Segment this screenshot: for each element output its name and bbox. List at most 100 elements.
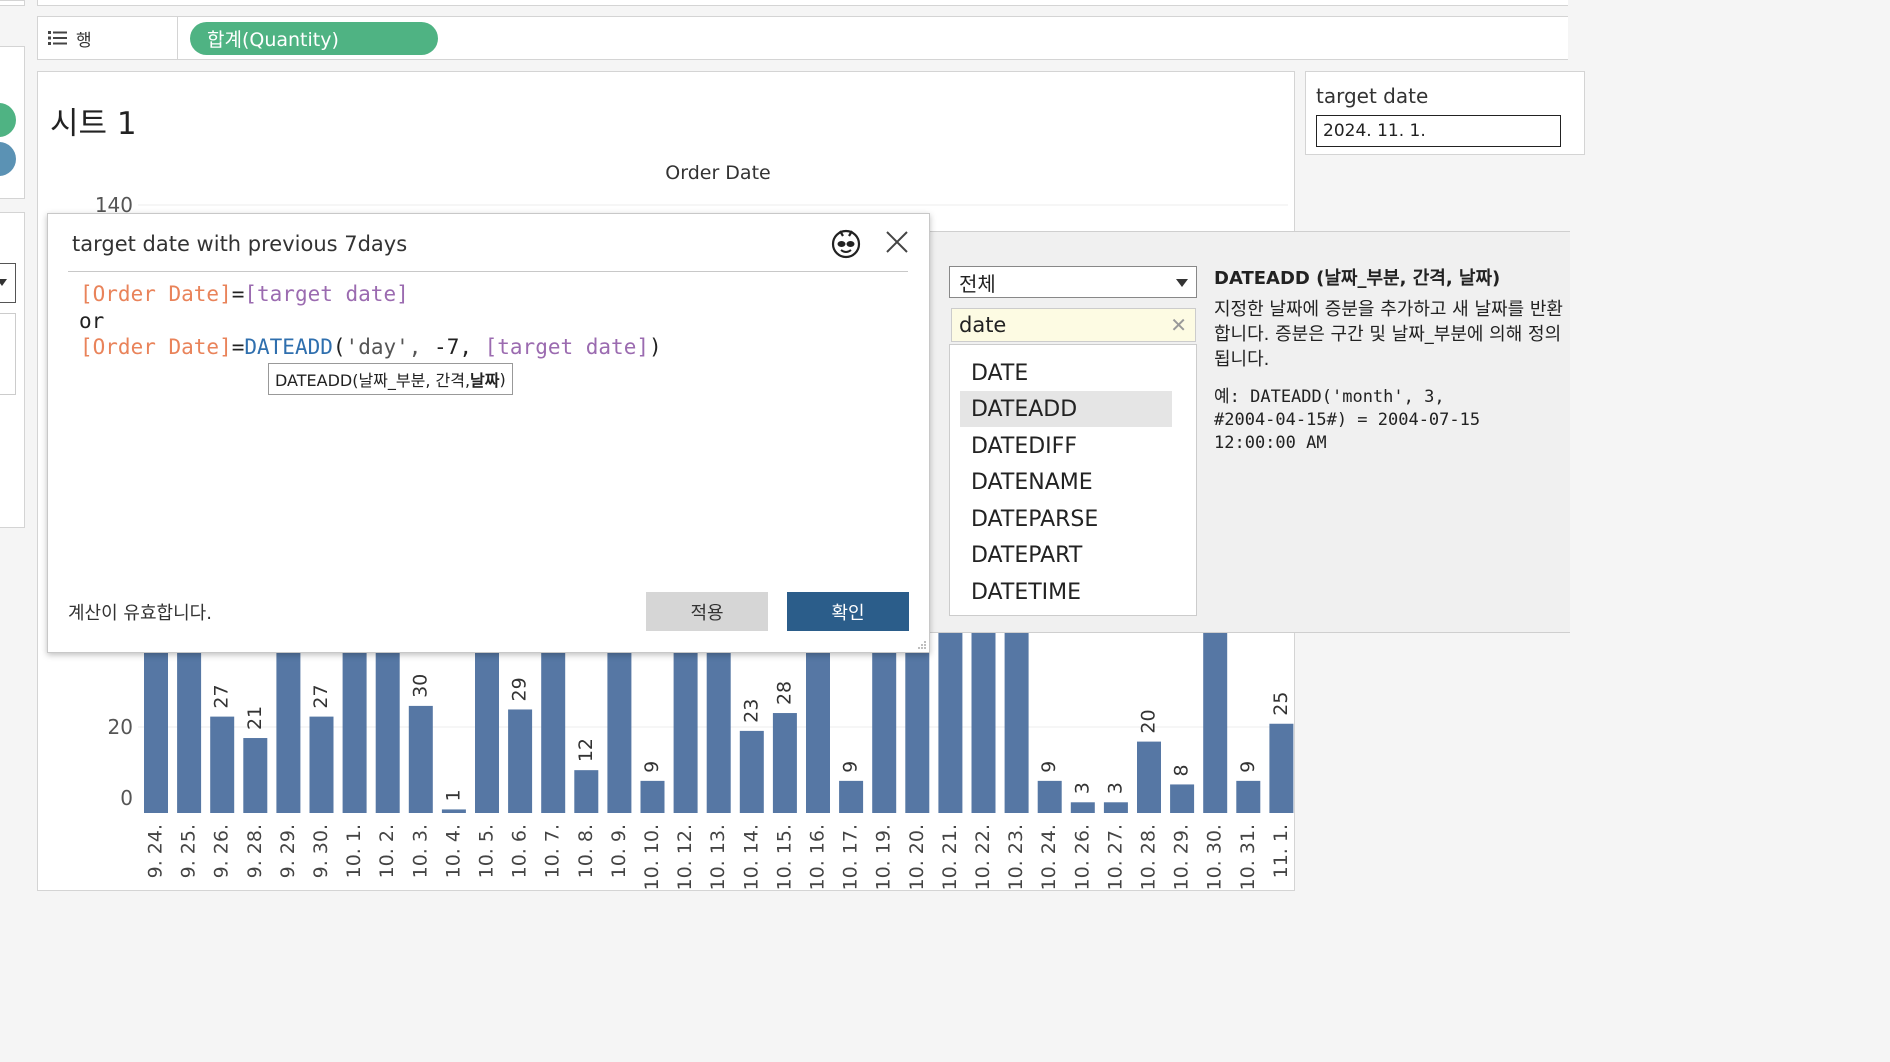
chevron-down-icon bbox=[0, 279, 7, 286]
marks-color-dot-blue[interactable] bbox=[0, 142, 16, 176]
x-tick-label: 10. 31. bbox=[1237, 824, 1259, 890]
x-tick-label: 10. 2. bbox=[376, 824, 398, 878]
rows-shelf: 행 합계(Quantity) bbox=[37, 16, 1568, 60]
calculation-editor-dialog: target date with previous 7days [Order D… bbox=[47, 213, 930, 653]
bar-value-label: 9 bbox=[840, 761, 862, 773]
filter-card-edge bbox=[0, 212, 25, 528]
x-tick-label: 10. 9. bbox=[608, 824, 630, 878]
code-field-token: [Order Date] bbox=[80, 282, 232, 306]
function-search-value: date bbox=[959, 313, 1007, 337]
marks-color-dot-green[interactable] bbox=[0, 103, 16, 137]
columns-shelf-edge bbox=[37, 0, 1568, 6]
function-item-datename[interactable]: DATENAME bbox=[960, 464, 1172, 500]
x-tick-label: 10. 29. bbox=[1171, 824, 1193, 890]
clear-search-icon[interactable]: ✕ bbox=[1170, 313, 1187, 337]
code-keyword-token: or bbox=[79, 309, 105, 333]
code-paren-token: ( bbox=[332, 335, 346, 359]
x-tick-label: 10. 27. bbox=[1104, 824, 1126, 890]
dialog-title-divider bbox=[68, 271, 908, 272]
code-parameter-token: [target date] bbox=[484, 335, 649, 359]
apply-button[interactable]: 적용 bbox=[646, 592, 768, 631]
x-tick-label: 10. 30. bbox=[1204, 824, 1226, 890]
bar bbox=[441, 809, 466, 813]
code-line-1[interactable]: [Order Date]=[target date] bbox=[80, 282, 409, 306]
function-item-dateadd[interactable]: DATEADD bbox=[960, 391, 1172, 427]
y-tick-label: 20 bbox=[108, 715, 133, 739]
code-operator-token: = bbox=[231, 335, 245, 359]
function-item-dateparse[interactable]: DATEPARSE bbox=[960, 501, 1172, 537]
bar bbox=[243, 738, 268, 813]
x-tick-label: 9. 28. bbox=[244, 824, 266, 878]
bar-value-label: 28 bbox=[773, 681, 795, 705]
x-tick-label: 10. 3. bbox=[409, 824, 431, 878]
close-icon[interactable] bbox=[884, 229, 910, 255]
x-tick-label: 10. 19. bbox=[873, 824, 895, 890]
function-signature: DATEADD (날짜_부분, 간격, 날짜) bbox=[1214, 268, 1501, 289]
bar bbox=[640, 780, 665, 813]
bar-value-label: 20 bbox=[1138, 709, 1160, 733]
bar bbox=[1103, 802, 1128, 813]
calculation-status: 계산이 유효합니다. bbox=[68, 603, 212, 624]
bar-value-label: 9 bbox=[1038, 761, 1060, 773]
bar-value-label: 29 bbox=[509, 677, 531, 701]
bar bbox=[210, 716, 235, 813]
code-parameter-token: [target date] bbox=[244, 282, 409, 306]
ai-assistant-icon[interactable] bbox=[830, 227, 862, 259]
x-tick-label: 10. 8. bbox=[575, 824, 597, 878]
code-line-3[interactable]: [Order Date]=DATEADD('day', -7, [target … bbox=[80, 335, 662, 359]
bar bbox=[508, 709, 533, 813]
resize-grip-icon[interactable] bbox=[917, 640, 927, 650]
quantity-sum-pill[interactable]: 합계(Quantity) bbox=[190, 22, 438, 55]
function-reference-panel: 전체 date ✕ DATE DATEADD DATEDIFF DATENAME… bbox=[913, 231, 1570, 633]
bar-value-label: 3 bbox=[1071, 782, 1093, 794]
x-tick-label: 10. 4. bbox=[442, 824, 464, 878]
function-category-select[interactable]: 전체 bbox=[949, 266, 1197, 298]
code-function-token: DATEADD bbox=[244, 335, 333, 359]
bar-value-label: 23 bbox=[740, 699, 762, 723]
code-line-2[interactable]: or bbox=[79, 309, 104, 333]
bar bbox=[839, 780, 864, 813]
x-tick-label: 10. 16. bbox=[807, 824, 829, 890]
tooltip-active-arg: 날짜 bbox=[470, 371, 500, 390]
function-item-datetime[interactable]: DATETIME bbox=[960, 574, 1172, 610]
x-tick-label: 9. 25. bbox=[178, 824, 200, 878]
x-tick-label: 10. 17. bbox=[840, 824, 862, 890]
ok-button[interactable]: 확인 bbox=[787, 592, 909, 631]
function-description-text: 지정한 날짜에 증분을 추가하고 새 날짜를 반환합니다. 증분은 구간 및 날… bbox=[1214, 299, 1563, 370]
function-example-line2: #2004-04-15#) = 2004-07-15 bbox=[1214, 410, 1481, 430]
left-panel-top bbox=[0, 0, 25, 6]
function-search-input[interactable]: date ✕ bbox=[951, 308, 1196, 342]
function-description: DATEADD (날짜_부분, 간격, 날짜) 지정한 날짜에 증분을 추가하고… bbox=[1214, 266, 1564, 455]
bar bbox=[772, 713, 797, 813]
x-tick-label: 10. 7. bbox=[542, 824, 564, 878]
target-date-input[interactable]: 2024. 11. 1. bbox=[1316, 115, 1561, 147]
x-tick-label: 10. 1. bbox=[343, 824, 365, 878]
x-tick-label: 11. 1. bbox=[1270, 824, 1292, 878]
bar bbox=[574, 770, 599, 813]
x-tick-label: 10. 5. bbox=[476, 824, 498, 878]
x-tick-label: 10. 13. bbox=[707, 824, 729, 890]
x-tick-label: 10. 28. bbox=[1138, 824, 1160, 890]
bar-value-label: 9 bbox=[1237, 761, 1259, 773]
bar-value-label: 3 bbox=[1104, 782, 1126, 794]
left-panel-strip bbox=[0, 0, 26, 881]
bar bbox=[309, 716, 334, 813]
x-tick-label: 10. 15. bbox=[773, 824, 795, 890]
bar-value-label: 30 bbox=[409, 674, 431, 698]
function-item-date[interactable]: DATE bbox=[960, 355, 1172, 391]
bar-value-label: 25 bbox=[1270, 692, 1292, 716]
function-item-datediff[interactable]: DATEDIFF bbox=[960, 428, 1172, 464]
left-dropdown[interactable] bbox=[0, 263, 16, 303]
bar bbox=[739, 730, 764, 813]
calculation-name[interactable]: target date with previous 7days bbox=[72, 232, 407, 256]
marks-card-edge bbox=[0, 46, 25, 199]
rows-list-icon bbox=[48, 31, 67, 45]
bar-value-label: 27 bbox=[211, 684, 233, 708]
function-category-value: 전체 bbox=[959, 271, 996, 296]
bar bbox=[1137, 741, 1161, 813]
x-tick-label: 10. 23. bbox=[1005, 824, 1027, 890]
function-item-datepart[interactable]: DATEPART bbox=[960, 537, 1172, 573]
code-field-token: [Order Date] bbox=[80, 335, 232, 359]
bar-value-label: 21 bbox=[244, 706, 266, 730]
code-operator-token: = bbox=[231, 282, 245, 306]
